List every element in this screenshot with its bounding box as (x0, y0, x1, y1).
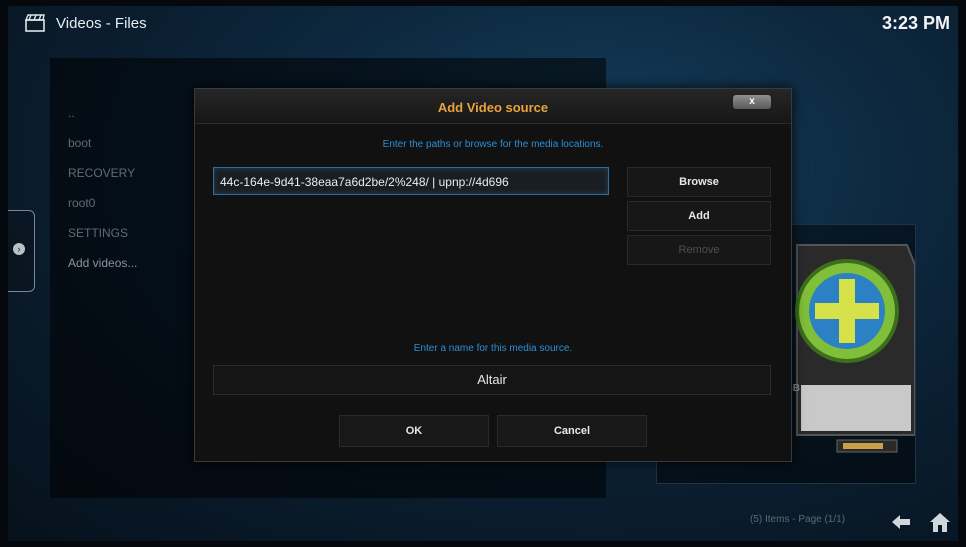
clapperboard-icon (25, 14, 45, 32)
dialog-title: Add Video source (437, 100, 549, 115)
name-hint: Enter a name for this media source. (413, 343, 573, 354)
back-arrow-icon[interactable] (890, 512, 912, 532)
top-bar: Videos - Files 3:23 PM (8, 6, 958, 46)
source-name-input[interactable]: Altair (213, 365, 771, 395)
list-item-settings[interactable]: SETTINGS (68, 218, 137, 248)
list-item-boot[interactable]: boot (68, 128, 137, 158)
dialog-header: Add Video source x (195, 89, 791, 124)
side-menu-arrow-icon: › (13, 243, 25, 255)
paths-hint: Enter the paths or browse for the media … (382, 139, 604, 150)
list-item-parent[interactable]: .. (68, 98, 137, 128)
home-icon[interactable] (928, 510, 952, 534)
close-button[interactable]: x (733, 95, 771, 109)
cancel-button[interactable]: Cancel (497, 415, 647, 447)
path-input[interactable]: 44c-164e-9d41-38eaa7a6d2be/2%248/ | upnp… (213, 167, 609, 195)
list-item-root0[interactable]: root0 (68, 188, 137, 218)
ok-button[interactable]: OK (339, 415, 489, 447)
add-button[interactable]: Add (627, 201, 771, 231)
list-item-add-videos[interactable]: Add videos... (68, 248, 137, 278)
remove-button[interactable]: Remove (627, 235, 771, 265)
add-source-drive-icon (795, 244, 915, 453)
list-item-recovery[interactable]: RECOVERY (68, 158, 137, 188)
page-title: Videos - Files (56, 15, 147, 32)
browse-button[interactable]: Browse (627, 167, 771, 197)
add-video-source-dialog: Add Video source x Enter the paths or br… (194, 88, 792, 462)
clock: 3:23 PM (881, 13, 950, 33)
items-count: (5) Items - Page (1/1) (750, 514, 846, 525)
side-menu-tab[interactable]: › (8, 210, 35, 292)
screen: Videos - Files 3:23 PM .. boot RECOVERY … (8, 6, 958, 541)
file-list: .. boot RECOVERY root0 SETTINGS Add vide… (68, 98, 137, 278)
